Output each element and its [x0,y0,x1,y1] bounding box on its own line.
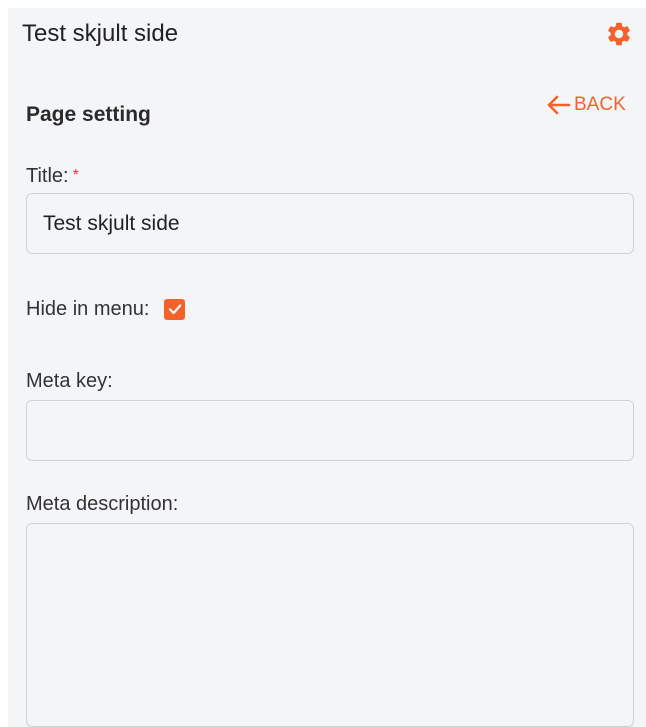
meta-key-input[interactable] [26,400,634,461]
title-input[interactable] [26,193,634,254]
required-marker: * [72,167,79,184]
title-field-label: Title: * [26,165,79,188]
meta-description-label: Meta description: [26,493,179,515]
meta-description-textarea[interactable] [26,523,634,727]
back-label: BACK [574,94,626,115]
back-button[interactable]: BACK [545,91,626,119]
title-label-text: Title: [26,165,69,187]
panel-header: Test skjult side [8,8,646,60]
page-settings-panel: Test skjult side Page setting BACK Title… [8,8,646,727]
gear-icon[interactable] [605,20,633,48]
section-title: Page setting [26,103,151,126]
hide-in-menu-label: Hide in menu: [26,297,150,320]
arrow-left-icon [545,94,571,116]
hide-in-menu-checkbox[interactable] [164,298,186,320]
hide-in-menu-row: Hide in menu: [26,294,186,324]
page-name-title: Test skjult side [22,20,179,47]
checkmark-icon [168,304,182,315]
meta-key-label: Meta key: [26,370,113,392]
